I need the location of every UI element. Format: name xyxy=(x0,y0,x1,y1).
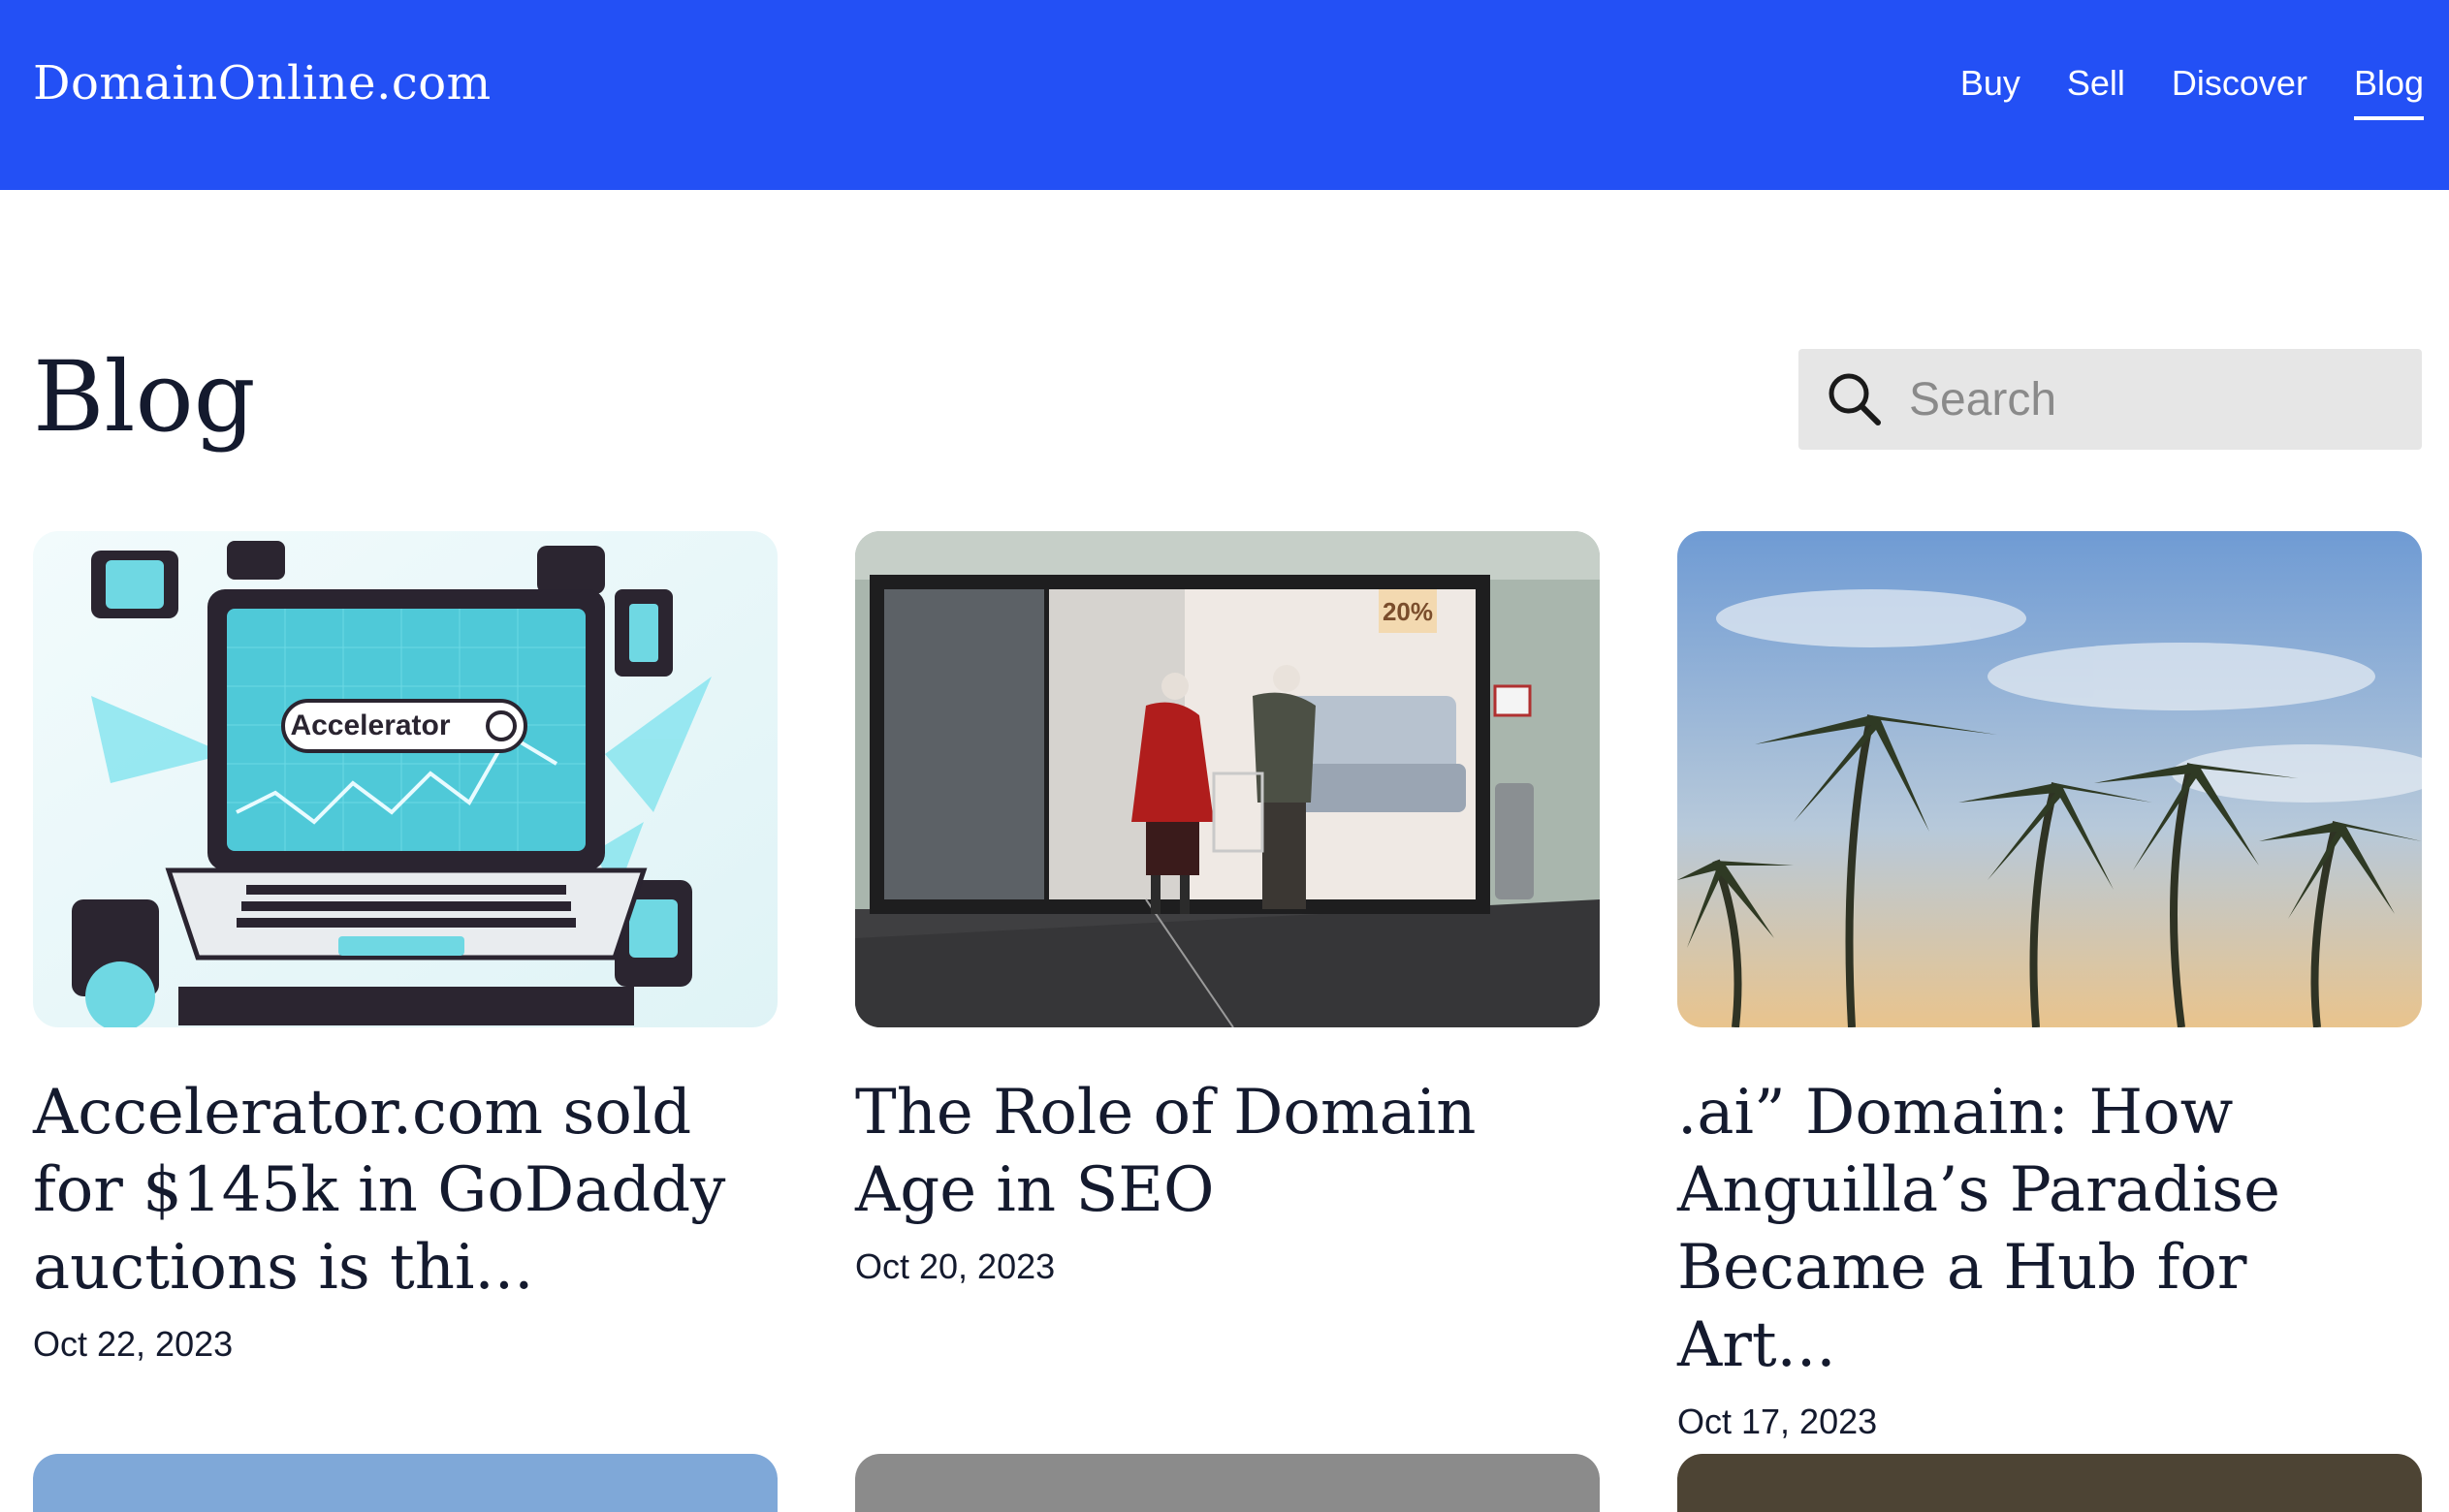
blog-card-thumbnail-peek[interactable] xyxy=(33,1454,778,1512)
blog-card[interactable]: .ai” Domain: How Anguilla’s Paradise Bec… xyxy=(1677,531,2422,1442)
post-date: Oct 22, 2023 xyxy=(33,1324,234,1364)
post-title[interactable]: .ai” Domain: How Anguilla’s Paradise Bec… xyxy=(1677,1074,2422,1384)
post-title[interactable]: The Role of Domain Age in SEO xyxy=(855,1074,1600,1229)
image-caption: 20% xyxy=(1383,597,1433,626)
post-thumbnail[interactable]: 20% xyxy=(855,531,1600,1027)
main-nav: Buy Sell Discover Blog xyxy=(1960,64,2424,120)
blog-card-thumbnail-peek[interactable] xyxy=(1677,1454,2422,1512)
nav-blog[interactable]: Blog xyxy=(2353,64,2424,120)
nav-sell[interactable]: Sell xyxy=(2067,64,2125,120)
site-logo[interactable]: DomainOnline.com xyxy=(33,56,492,110)
post-date: Oct 17, 2023 xyxy=(1677,1402,1878,1441)
post-thumbnail[interactable] xyxy=(1677,531,2422,1027)
image-caption: Accelerator xyxy=(290,709,450,741)
nav-discover[interactable]: Discover xyxy=(2172,64,2307,120)
blog-card[interactable]: Accelerator Accelerator.com sold for $14… xyxy=(33,531,778,1365)
post-image: 20% xyxy=(855,531,1600,1027)
post-image xyxy=(1677,531,2422,1027)
nav-buy[interactable]: Buy xyxy=(1960,64,2020,120)
blog-card-thumbnail-peek[interactable] xyxy=(855,1454,1600,1512)
search-input[interactable] xyxy=(1907,371,2415,427)
post-title[interactable]: Accelerator.com sold for $145k in GoDadd… xyxy=(33,1074,778,1307)
search-box[interactable] xyxy=(1798,349,2422,450)
page-title: Blog xyxy=(33,340,256,454)
post-thumbnail[interactable]: Accelerator xyxy=(33,531,778,1027)
post-image: Accelerator xyxy=(33,531,778,1027)
search-icon xyxy=(1829,373,1881,425)
site-header: DomainOnline.com Buy Sell Discover Blog xyxy=(0,0,2449,190)
blog-card[interactable]: 20% The Role of Domain Age in SEO Oct 20… xyxy=(855,531,1600,1287)
post-date: Oct 20, 2023 xyxy=(855,1246,1056,1286)
